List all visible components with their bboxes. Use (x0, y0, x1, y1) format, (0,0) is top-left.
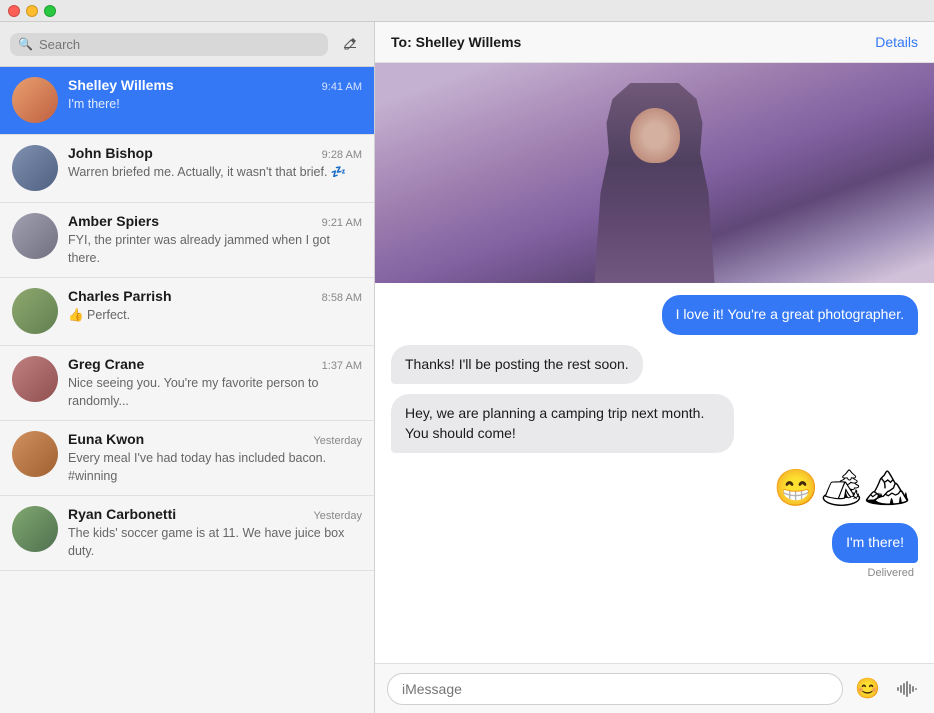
search-icon: 🔍 (18, 37, 33, 51)
search-input[interactable] (39, 37, 320, 52)
conv-time-john: 9:28 AM (322, 149, 362, 161)
conversation-item-john[interactable]: John Bishop 9:28 AM Warren briefed me. A… (0, 135, 374, 203)
details-button[interactable]: Details (875, 34, 918, 50)
conv-time-greg: 1:37 AM (322, 360, 362, 372)
compose-button[interactable] (336, 30, 364, 58)
zoom-button[interactable] (44, 5, 56, 17)
conv-content-charles: Charles Parrish 8:58 AM 👍 Perfect. (68, 288, 362, 325)
conv-preview-ryan: The kids' soccer game is at 11. We have … (68, 525, 362, 560)
recipient-name: Shelley Willems (416, 34, 522, 50)
close-button[interactable] (8, 5, 20, 17)
conv-content-amber: Amber Spiers 9:21 AM FYI, the printer wa… (68, 213, 362, 267)
to-label: To: (391, 34, 412, 50)
sidebar: 🔍 Shelley Willems 9:41 AM I'm there! (0, 22, 375, 713)
avatar-greg (12, 356, 58, 402)
message-bubble-msg2: Thanks! I'll be posting the rest soon. (391, 345, 643, 385)
conv-name-euna: Euna Kwon (68, 431, 144, 447)
app-container: 🔍 Shelley Willems 9:41 AM I'm there! (0, 22, 934, 713)
conv-time-ryan: Yesterday (313, 510, 362, 522)
conv-preview-charles: 👍 Perfect. (68, 307, 362, 325)
message-input[interactable] (387, 673, 843, 705)
conv-time-euna: Yesterday (313, 435, 362, 447)
conv-header-shelley: Shelley Willems 9:41 AM (68, 77, 362, 93)
avatar-ryan (12, 506, 58, 552)
conv-preview-shelley: I'm there! (68, 96, 362, 114)
conv-name-john: John Bishop (68, 145, 153, 161)
conv-header-euna: Euna Kwon Yesterday (68, 431, 362, 447)
conversation-item-euna[interactable]: Euna Kwon Yesterday Every meal I've had … (0, 421, 374, 496)
search-bar[interactable]: 🔍 (10, 33, 328, 56)
conv-name-greg: Greg Crane (68, 356, 144, 372)
avatar-shelley (12, 77, 58, 123)
conv-header-john: John Bishop 9:28 AM (68, 145, 362, 161)
conv-content-greg: Greg Crane 1:37 AM Nice seeing you. You'… (68, 356, 362, 410)
message-bubble-msg5: I'm there! (832, 523, 918, 563)
conv-preview-john: Warren briefed me. Actually, it wasn't t… (68, 164, 362, 182)
conversation-item-shelley[interactable]: Shelley Willems 9:41 AM I'm there! (0, 67, 374, 135)
conv-header-greg: Greg Crane 1:37 AM (68, 356, 362, 372)
compose-icon (342, 36, 358, 52)
message-bubble-msg3: Hey, we are planning a camping trip next… (391, 394, 734, 453)
conv-name-amber: Amber Spiers (68, 213, 159, 229)
message-bubble-msg1: I love it! You're a great photographer. (662, 295, 918, 335)
conv-header-ryan: Ryan Carbonetti Yesterday (68, 506, 362, 522)
conv-name-charles: Charles Parrish (68, 288, 172, 304)
conv-preview-amber: FYI, the printer was already jammed when… (68, 232, 362, 267)
message-area: I love it! You're a great photographer. T… (375, 63, 934, 663)
conversation-item-greg[interactable]: Greg Crane 1:37 AM Nice seeing you. You'… (0, 346, 374, 421)
conv-time-shelley: 9:41 AM (322, 81, 362, 93)
conv-header-amber: Amber Spiers 9:21 AM (68, 213, 362, 229)
detail-header: To: Shelley Willems Details (375, 22, 934, 63)
detail-panel: To: Shelley Willems Details I love it! Y… (375, 22, 934, 713)
conv-preview-euna: Every meal I've had today has included b… (68, 450, 362, 485)
message-input-area: 😊 (375, 663, 934, 713)
conv-time-charles: 8:58 AM (322, 292, 362, 304)
conv-time-amber: 9:21 AM (322, 217, 362, 229)
conv-preview-greg: Nice seeing you. You're my favorite pers… (68, 375, 362, 410)
avatar-amber (12, 213, 58, 259)
conversation-item-ryan[interactable]: Ryan Carbonetti Yesterday The kids' socc… (0, 496, 374, 571)
conv-name-ryan: Ryan Carbonetti (68, 506, 176, 522)
audio-wave-icon (896, 680, 918, 698)
sidebar-header: 🔍 (0, 22, 374, 67)
conversation-list: Shelley Willems 9:41 AM I'm there! John … (0, 67, 374, 713)
avatar-euna (12, 431, 58, 477)
conv-content-john: John Bishop 9:28 AM Warren briefed me. A… (68, 145, 362, 182)
emoji-button[interactable]: 😊 (851, 672, 884, 705)
avatar-charles (12, 288, 58, 334)
messages-container: I love it! You're a great photographer. T… (375, 283, 934, 663)
conversation-item-charles[interactable]: Charles Parrish 8:58 AM 👍 Perfect. (0, 278, 374, 346)
minimize-button[interactable] (26, 5, 38, 17)
delivered-label: Delivered (868, 567, 918, 579)
emoji-row-msg4: 😁🏕🏔 (766, 463, 918, 513)
avatar-john (12, 145, 58, 191)
title-bar (0, 0, 934, 22)
photo-figure (375, 63, 934, 283)
conv-name-shelley: Shelley Willems (68, 77, 174, 93)
detail-recipient: To: Shelley Willems (391, 34, 521, 50)
audio-button[interactable] (892, 676, 922, 702)
conversation-item-amber[interactable]: Amber Spiers 9:21 AM FYI, the printer wa… (0, 203, 374, 278)
conv-content-euna: Euna Kwon Yesterday Every meal I've had … (68, 431, 362, 485)
photo-header (375, 63, 934, 283)
emoji-icon: 😊 (855, 676, 880, 701)
conv-content-shelley: Shelley Willems 9:41 AM I'm there! (68, 77, 362, 114)
conv-content-ryan: Ryan Carbonetti Yesterday The kids' socc… (68, 506, 362, 560)
conv-header-charles: Charles Parrish 8:58 AM (68, 288, 362, 304)
